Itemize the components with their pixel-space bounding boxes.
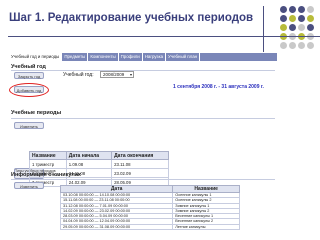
column-header: Дата: [59, 185, 174, 193]
divider: [11, 118, 275, 119]
tab-profiles[interactable]: Профили: [119, 53, 143, 61]
app-screenshot: Учебный год и периоды Предметы Компонент…: [8, 52, 278, 234]
tab-bar: Учебный год и периоды Предметы Компонент…: [9, 53, 277, 61]
table-cell: 1 триместр: [29, 159, 67, 169]
table-header-row: Название Дата начала Дата окончания: [29, 151, 169, 160]
year-select-value: 2008/2009: [103, 72, 125, 77]
year-range-text: 1 сентября 2008 г. - 31 августа 2009 г.: [173, 84, 264, 90]
divider: [11, 179, 275, 180]
table-cell: 23.11.08: [111, 159, 169, 169]
divider: [11, 70, 275, 71]
close-year-button[interactable]: Закрыть год: [14, 72, 44, 79]
periods-heading: Учебные периоды: [11, 110, 62, 116]
column-header: Название: [29, 151, 67, 160]
tab-subjects[interactable]: Предметы: [62, 53, 89, 61]
tab-year-periods[interactable]: Учебный год и периоды: [9, 53, 63, 61]
edit-holidays-button[interactable]: Изменить: [14, 182, 44, 189]
table-cell: 29.05.09 00:00:00 — 31.08.09 00:00:00: [59, 223, 174, 231]
chevron-down-icon: ▾: [129, 72, 132, 77]
table-cell: Летние каникулы: [172, 223, 240, 231]
table-cell: 1.09.08: [65, 159, 113, 169]
holidays-heading: Информация о каникулах: [11, 172, 81, 178]
column-header: Дата начала: [65, 151, 113, 160]
table-cell: 23.02.09: [111, 168, 169, 178]
year-label: Учебный год:: [63, 72, 94, 78]
table-header-row: Дата Название: [59, 185, 240, 193]
periods-table: Название Дата начала Дата окончания 1 тр…: [29, 151, 169, 187]
title-divider: [8, 36, 320, 37]
slide-title: Шаг 1. Редактирование учебных периодов: [9, 12, 254, 24]
column-header: Название: [172, 185, 240, 193]
tab-curriculum[interactable]: Учебный план: [166, 53, 201, 61]
column-header: Дата окончания: [111, 151, 169, 160]
year-select[interactable]: 2008/2009 ▾: [100, 71, 134, 78]
highlight-circle: [9, 83, 49, 97]
holidays-table: Дата Название 03.10.08 00:00:00 — 14.10.…: [59, 185, 240, 231]
edit-periods-button[interactable]: Изменить: [14, 122, 44, 129]
tab-workload[interactable]: Нагрузка: [143, 53, 167, 61]
table-row[interactable]: 1 триместр 1.09.08 23.11.08: [29, 159, 169, 169]
table-row[interactable]: 29.05.09 00:00:00 — 31.08.09 00:00:00 Лет…: [59, 223, 240, 231]
decorative-dot-grid: [280, 6, 314, 49]
tab-components[interactable]: Компоненты: [88, 53, 119, 61]
